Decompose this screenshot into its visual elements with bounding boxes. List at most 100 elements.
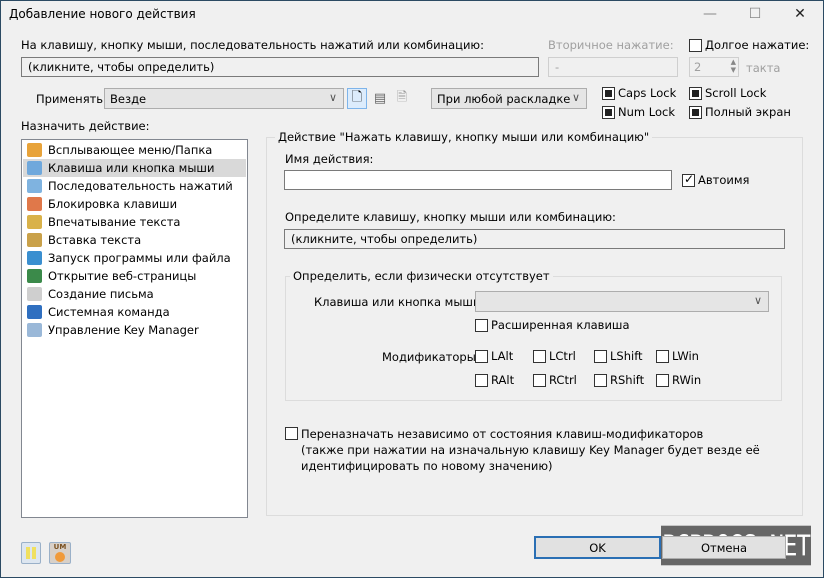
- window-title: Добавление нового действия: [9, 7, 196, 21]
- lock-key-icon: [27, 197, 42, 211]
- action-list-item[interactable]: Клавиша или кнопка мыши: [23, 159, 246, 177]
- remap-checkbox[interactable]: Переназначать независимо от состояния кл…: [285, 426, 760, 474]
- scroll-lock-checkbox[interactable]: Scroll Lock: [689, 86, 766, 100]
- action-item-label: Управление Key Manager: [48, 323, 199, 337]
- action-list-item[interactable]: Создание письма: [23, 285, 246, 303]
- modifier-checkbox-lalt[interactable]: LAlt: [475, 349, 513, 363]
- remap-line: идентифицировать по новому значению): [301, 459, 553, 473]
- long-press-checkbox[interactable]: Долгое нажатие:: [689, 38, 809, 52]
- layout-value: При любой раскладке: [437, 92, 571, 106]
- paste-text-icon: [27, 233, 42, 247]
- action-list-item[interactable]: Вставка текста: [23, 231, 246, 249]
- long-press-spinner[interactable]: 2 ▲ ▼: [689, 57, 739, 77]
- action-list-item[interactable]: Системная команда: [23, 303, 246, 321]
- secondary-field[interactable]: -: [548, 57, 678, 77]
- layout-select[interactable]: При любой раскладке ∨: [431, 88, 587, 109]
- apply-value: Везде: [110, 92, 147, 106]
- action-name-input[interactable]: [284, 170, 672, 190]
- checkbox-box: [475, 318, 488, 332]
- define-key-field[interactable]: (кликните, чтобы определить): [284, 229, 785, 249]
- action-list-item[interactable]: Запуск программы или файла: [23, 249, 246, 267]
- checkbox-box: [475, 373, 488, 387]
- secondary-label: Вторичное нажатие:: [548, 38, 674, 52]
- um-text: UM: [53, 543, 67, 551]
- caps-lock-label: Caps Lock: [618, 86, 677, 100]
- modifier-label: LCtrl: [549, 349, 576, 363]
- modifier-label: LWin: [672, 349, 699, 363]
- action-list-item[interactable]: Всплывающее меню/Папка: [23, 141, 246, 159]
- fullscreen-checkbox[interactable]: Полный экран: [689, 105, 791, 119]
- caps-lock-checkbox[interactable]: Caps Lock: [602, 86, 676, 100]
- action-list-item[interactable]: Открытие веб-страницы: [23, 267, 246, 285]
- action-list-item[interactable]: Управление Key Manager: [23, 321, 246, 339]
- trigger-label: На клавишу, кнопку мыши, последовательно…: [21, 38, 484, 52]
- maximize-button[interactable]: ☐: [732, 1, 778, 27]
- remap-line: Переназначать независимо от состояния кл…: [301, 427, 704, 441]
- key-manager-icon: [27, 323, 42, 337]
- checkbox-box: [533, 373, 546, 387]
- absent-group-title: Определить, если физически отсутствует: [290, 269, 553, 283]
- num-lock-checkbox[interactable]: Num Lock: [602, 105, 675, 119]
- cancel-button[interactable]: Отмена: [662, 536, 786, 559]
- run-program-icon: [27, 251, 42, 265]
- action-item-label: Запуск программы или файла: [48, 251, 231, 265]
- autoname-label: Автоимя: [698, 173, 750, 187]
- checkbox-box: [602, 86, 615, 100]
- autoname-checkbox[interactable]: Автоимя: [682, 172, 750, 187]
- checkbox-box: [602, 105, 615, 119]
- action-list[interactable]: Всплывающее меню/Папка Клавиша или кнопка…: [21, 139, 248, 518]
- checkbox-box: [475, 349, 488, 363]
- chevron-down-icon: ∨: [328, 91, 337, 104]
- spinner-value: 2: [694, 60, 702, 74]
- modifier-label: LAlt: [491, 349, 514, 363]
- modifier-checkbox-lwin[interactable]: LWin: [656, 349, 699, 363]
- checkbox-box: [533, 349, 546, 363]
- minimize-button[interactable]: —: [687, 1, 733, 27]
- modifier-checkbox-rctrl[interactable]: RCtrl: [533, 373, 577, 387]
- long-press-unit: такта: [746, 61, 781, 75]
- checkbox-box: [594, 373, 607, 387]
- modifier-checkbox-lshift[interactable]: LShift: [594, 349, 643, 363]
- um-icon[interactable]: UM: [49, 542, 71, 564]
- action-item-label: Блокировка клавиши: [48, 197, 178, 211]
- pause-icon[interactable]: [21, 542, 41, 564]
- properties-icon[interactable]: ▤: [370, 88, 390, 109]
- key-sequence-icon: [27, 179, 42, 193]
- checkbox-box: [689, 38, 702, 52]
- checkbox-box: [656, 349, 669, 363]
- mail-icon: [27, 287, 42, 301]
- document-icon[interactable]: 🗎: [392, 88, 412, 109]
- checkbox-box: [682, 172, 695, 187]
- modifier-checkbox-rwin[interactable]: RWin: [656, 373, 701, 387]
- modifier-label: LShift: [610, 349, 643, 363]
- spinner-arrows-icon[interactable]: ▲ ▼: [731, 58, 736, 74]
- type-text-icon: [27, 215, 42, 229]
- trigger-field[interactable]: (кликните, чтобы определить): [21, 57, 539, 77]
- modifier-checkbox-rshift[interactable]: RShift: [594, 373, 644, 387]
- remap-text: Переназначать независимо от состояния кл…: [301, 426, 760, 474]
- close-button[interactable]: ✕: [777, 1, 823, 27]
- checkbox-box: [656, 373, 669, 387]
- action-group-title: Действие "Нажать клавишу, кнопку мыши ил…: [275, 130, 653, 144]
- actions-label: Назначить действие:: [21, 119, 150, 133]
- menu-folder-icon: [27, 143, 42, 157]
- action-list-item[interactable]: Последовательность нажатий: [23, 177, 246, 195]
- action-list-item[interactable]: Блокировка клавиши: [23, 195, 246, 213]
- apply-label: Применять: [36, 92, 104, 106]
- action-item-label: Открытие веб-страницы: [48, 269, 197, 283]
- modifier-label: RWin: [672, 373, 702, 387]
- extended-key-checkbox[interactable]: Расширенная клавиша: [475, 318, 630, 332]
- modifier-checkbox-ralt[interactable]: RAlt: [475, 373, 514, 387]
- apply-select[interactable]: Везде ∨: [104, 88, 344, 109]
- action-item-label: Впечатывание текста: [48, 215, 181, 229]
- globe-icon: [27, 269, 42, 283]
- modifier-label: RCtrl: [549, 373, 577, 387]
- action-list-item[interactable]: Впечатывание текста: [23, 213, 246, 231]
- modifier-checkbox-lctrl[interactable]: LCtrl: [533, 349, 576, 363]
- key-icon: [27, 161, 42, 175]
- new-doc-icon[interactable]: 🗋: [347, 88, 367, 109]
- ok-button[interactable]: OK: [534, 536, 661, 559]
- absent-key-select[interactable]: ∨: [475, 291, 769, 312]
- modifier-label: RShift: [610, 373, 645, 387]
- checkbox-box: [594, 349, 607, 363]
